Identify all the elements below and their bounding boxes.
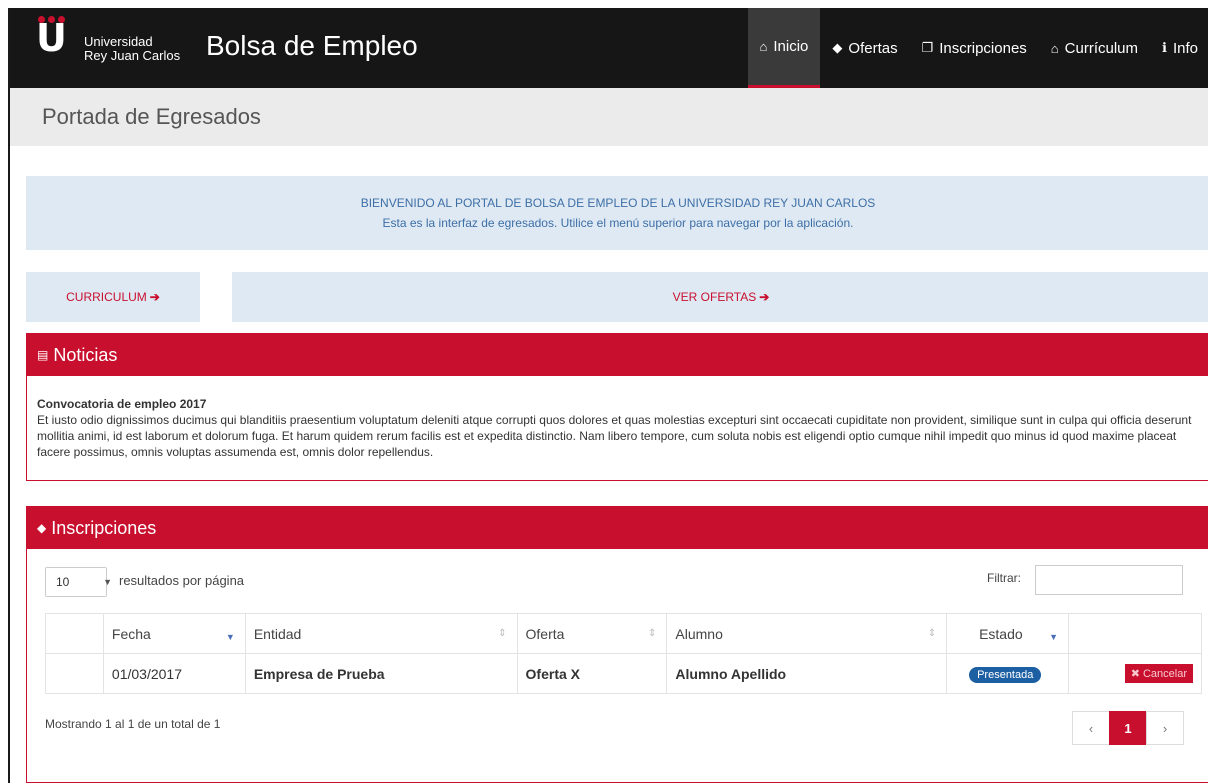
university-name: Universidad Rey Juan Carlos [84,35,180,63]
close-icon: ✖ [1130,668,1140,680]
info-icon: ℹ [1162,40,1167,55]
welcome-line2: Esta es la interfaz de egresados. Utilic… [382,216,854,230]
curriculum-link[interactable]: CURRICULUM ➔ [26,272,200,322]
pagination: ‹ 1 › [1072,711,1184,745]
nav-inscripciones[interactable]: ❐ Inscripciones [910,8,1039,88]
cell-actions: ✖ Cancelar [1068,653,1202,694]
inscripciones-heading: Inscripciones [51,517,157,538]
ver-ofertas-link-label: VER OFERTAS [672,290,757,304]
filter-label: Filtrar: [987,571,1021,585]
main-nav: ⌂ Inicio ◆ Ofertas ❐ Inscripciones ⌂ Cur… [747,8,1208,88]
university-name-line1: Universidad [84,34,153,49]
news-heading: Noticias [53,344,118,365]
nav-inicio-label: Inicio [773,38,809,55]
pagination-next[interactable]: › [1146,711,1184,745]
app-frame: U Universidad Rey Juan Carlos Bolsa de E… [8,8,1208,783]
news-item-title: Convocatoria de empleo 2017 [37,397,207,411]
newspaper-icon: ▤ [37,348,49,362]
nav-inicio[interactable]: ⌂ Inicio [747,8,821,88]
cell-alumno: Alumno Apellido [666,653,948,694]
inscripciones-panel-header: ◆ Inscripciones [27,507,1208,549]
sort-icon: ⇕ [648,628,657,639]
nav-info[interactable]: ℹ Info [1150,8,1208,88]
welcome-line1: BIENVENIDO AL PORTAL DE BOLSA DE EMPLEO … [360,196,876,210]
nav-info-label: Info [1172,39,1198,57]
cell-fecha: 01/03/2017 [102,653,246,694]
news-item-body: Et iusto odio dignissimos ducimus qui bl… [37,413,1192,459]
column-header-entidad[interactable]: Entidad ⇕ [244,613,518,654]
welcome-alert: BIENVENIDO AL PORTAL DE BOLSA DE EMPLEO … [26,176,1208,250]
pagination-page[interactable]: 1 [1109,711,1147,745]
arrow-right-icon: ➔ [149,290,160,304]
row-blank-cell [45,653,104,694]
curriculum-link-label: CURRICULUM [66,290,147,304]
status-badge: Presentada [969,666,1042,683]
university-name-line2: Rey Juan Carlos [84,48,181,63]
news-panel-header: ▤ Noticias [27,334,1208,376]
column-header-alumno[interactable]: Alumno ⇕ [666,613,948,654]
nav-ofertas-label: Ofertas [848,39,898,57]
news-panel: ▤ Noticias Convocatoria de empleo 2017 E… [26,333,1208,481]
cell-estado: Presentada [946,653,1070,694]
page-title-bar: Portada de Egresados [10,88,1208,146]
nav-curriculum[interactable]: ⌂ Currículum [1039,8,1150,88]
tag-icon: ◆ [37,521,47,535]
table-info: Mostrando 1 al 1 de un total de 1 [45,717,221,731]
inscripciones-table: Fecha ▼ Entidad ⇕ Oferta ⇕ Alumno ⇕ Esta… [45,613,1202,694]
sort-icon: ⇕ [498,628,507,639]
page-length-select[interactable]: 10 ▼ [45,567,112,597]
column-header-oferta[interactable]: Oferta ⇕ [516,613,668,654]
sort-desc-icon: ▼ [225,632,235,642]
table-header-row: Fecha ▼ Entidad ⇕ Oferta ⇕ Alumno ⇕ Esta… [45,613,1202,654]
home-icon: ⌂ [1050,40,1059,56]
home-icon: ⌂ [759,39,768,54]
pagination-prev[interactable]: ‹ [1072,711,1110,745]
column-label: Alumno [675,625,723,642]
cell-entidad: Empresa de Prueba [244,653,518,694]
cancel-button[interactable]: ✖ Cancelar [1124,664,1193,683]
cancel-button-label: Cancelar [1142,668,1187,680]
nav-inscripciones-label: Inscripciones [939,39,1027,57]
logo-letter: U [36,16,67,60]
column-header-blank [45,613,104,654]
ver-ofertas-link[interactable]: VER OFERTAS ➔ [232,272,1208,322]
column-header-estado[interactable]: Estado ▼ [946,613,1070,654]
column-label: Oferta [525,625,565,642]
top-navbar: U Universidad Rey Juan Carlos Bolsa de E… [10,8,1208,88]
column-label: Entidad [253,625,302,642]
sort-icon: ⇕ [927,628,937,639]
urjc-logo[interactable]: U [36,16,67,68]
caret-down-icon: ▼ [103,577,112,587]
brand-title[interactable]: Bolsa de Empleo [206,30,418,62]
news-item: Convocatoria de empleo 2017 Et iusto odi… [27,376,1208,460]
arrow-right-icon: ➔ [759,290,770,304]
page-length-label: resultados por página [119,573,245,588]
column-label: Fecha [111,625,151,642]
column-label: Estado [979,625,1023,642]
cell-oferta: Oferta X [516,653,668,694]
copy-icon: ❐ [921,40,934,55]
table-row: 01/03/2017 Empresa de Prueba Oferta X Al… [45,653,1202,694]
column-header-fecha[interactable]: Fecha ▼ [102,613,246,654]
page-title: Portada de Egresados [42,104,261,129]
inscripciones-panel: ◆ Inscripciones 10 ▼ resultados por pági… [26,506,1208,783]
nav-curriculum-label: Currículum [1064,39,1139,57]
page-length-value: 10 [56,575,70,589]
sort-desc-icon: ▼ [1049,632,1059,642]
inscripciones-body: 10 ▼ resultados por página Filtrar: Fech… [27,549,1208,783]
tag-icon: ◆ [832,40,843,55]
nav-ofertas[interactable]: ◆ Ofertas [820,8,909,88]
filter-input[interactable] [1035,565,1183,595]
column-header-actions [1068,613,1202,654]
